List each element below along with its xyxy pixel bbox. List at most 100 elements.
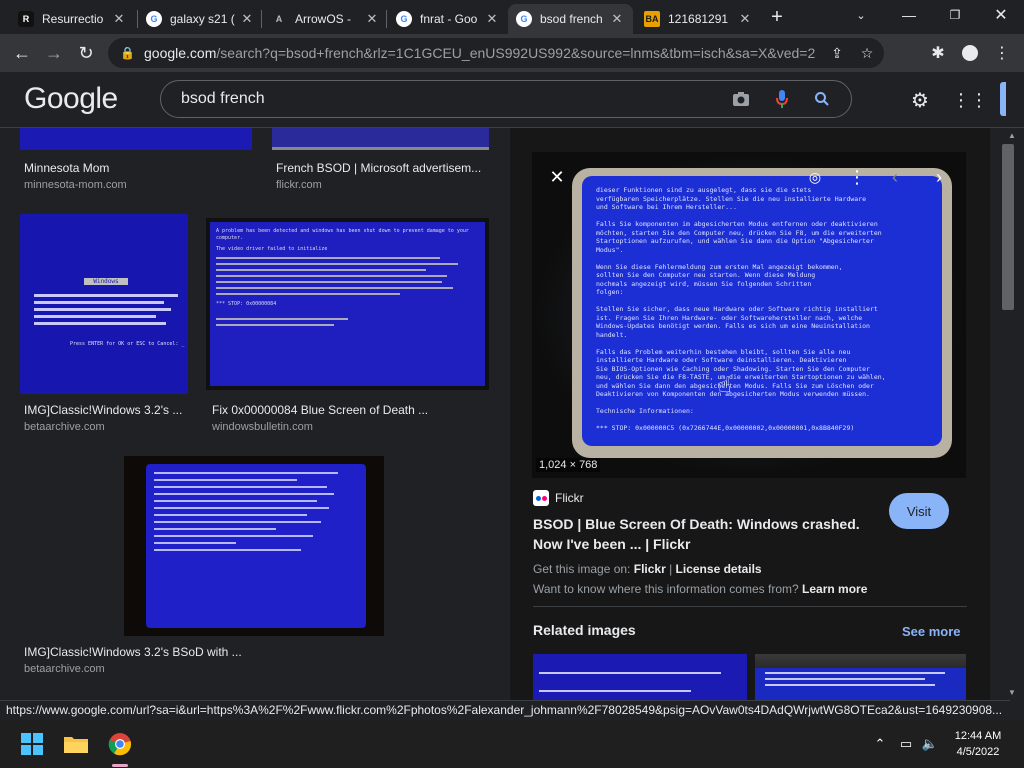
search-box[interactable]: bsod french (160, 80, 852, 118)
where-info-line: Want to know where this information come… (533, 582, 867, 596)
tab-arrowos[interactable]: A ArrowOS - ✕ (263, 4, 388, 34)
scroll-up-icon[interactable]: ▲ (1008, 131, 1016, 140)
forward-arrow-icon[interactable]: → (40, 39, 68, 67)
taskbar-clock[interactable]: 12:44 AM 4/5/2022 (948, 728, 1008, 760)
preview-source[interactable]: Flickr (533, 490, 584, 506)
google-favicon-icon: G (516, 11, 532, 27)
tab-betaarchive[interactable]: BA 121681291 ✕ (636, 4, 761, 34)
profile-avatar-icon[interactable] (956, 39, 984, 67)
license-details-link[interactable]: License details (676, 562, 762, 576)
settings-gear-icon[interactable]: ⚙ (906, 86, 934, 114)
image-results: Minnesota Mom minnesota-mom.com French B… (0, 128, 1024, 700)
result-caption[interactable]: IMG]Classic!Windows 3.2's ... (24, 403, 188, 417)
active-app-indicator (112, 764, 128, 767)
close-tab-icon[interactable]: ✕ (239, 11, 255, 27)
windows-start-icon[interactable] (16, 728, 48, 760)
result-thumbnail-windows32[interactable]: Windows Press ENTER for OK or ESC to Can… (20, 214, 188, 394)
close-tab-icon[interactable]: ✕ (111, 11, 127, 27)
tab-title: fnrat - Goo (420, 12, 478, 26)
google-logo[interactable]: Google (24, 82, 118, 116)
previous-image-icon[interactable]: ‹ (880, 162, 910, 192)
file-explorer-icon[interactable] (60, 728, 92, 760)
visit-button[interactable]: Visit (889, 493, 949, 529)
search-query[interactable]: bsod french (181, 90, 265, 108)
get-image-line: Get this image on: Flickr | License deta… (533, 562, 762, 576)
minimize-button[interactable]: — (886, 0, 932, 30)
result-source[interactable]: betaarchive.com (24, 421, 105, 433)
preview-image[interactable]: dieser Funktionen sind zu ausgelegt, das… (532, 152, 966, 478)
chrome-menu-icon[interactable]: ⋮ (988, 39, 1016, 67)
result-source[interactable]: windowsbulletin.com (212, 421, 313, 433)
volume-icon[interactable]: 🔈 (920, 734, 940, 754)
url-path: /search?q=bsod+french&rlz=1C1GCEU_enUS99… (216, 45, 817, 61)
image-dimensions: 1,024 × 768 (536, 458, 601, 472)
microphone-icon[interactable] (767, 81, 797, 117)
clock-time: 12:44 AM (954, 730, 1002, 742)
sign-in-button[interactable] (1000, 82, 1006, 116)
result-thumbnail-french-bsod[interactable] (272, 128, 489, 150)
close-tab-icon[interactable]: ✕ (737, 11, 753, 27)
lens-search-icon[interactable]: ◎ (800, 162, 830, 192)
tab-galaxy[interactable]: G galaxy s21 ( ✕ (138, 4, 263, 34)
result-caption[interactable]: French BSOD | Microsoft advertisem... (276, 161, 490, 175)
learn-more-link[interactable]: Learn more (802, 582, 867, 596)
result-caption[interactable]: Minnesota Mom (24, 161, 254, 175)
network-icon[interactable]: ▭ (896, 734, 916, 754)
next-image-icon[interactable]: › (924, 162, 954, 192)
browser-toolbar: ← → ↻ 🔒 google.com /search?q=bsod+french… (0, 34, 1024, 72)
link-status-bar: https://www.google.com/url?sa=i&url=http… (0, 700, 1010, 720)
see-more-link[interactable]: See more (902, 624, 961, 639)
get-image-prefix: Get this image on: (533, 562, 631, 576)
tab-title: bsod french (540, 12, 603, 26)
share-icon[interactable]: ⇪ (824, 38, 850, 68)
close-tab-icon[interactable]: ✕ (609, 11, 625, 27)
bookmark-star-icon[interactable]: ☆ (854, 38, 880, 68)
result-thumbnail-minnesota[interactable] (20, 128, 252, 150)
address-bar[interactable]: 🔒 google.com /search?q=bsod+french&rlz=1… (108, 38, 884, 68)
extensions-puzzle-icon[interactable]: ✱ (924, 39, 952, 67)
scrollbar-thumb[interactable] (1002, 144, 1014, 310)
tab-search-chevron-icon[interactable]: ⌄ (838, 0, 884, 30)
result-source[interactable]: betaarchive.com (24, 663, 105, 675)
scroll-down-icon[interactable]: ▼ (1008, 688, 1016, 697)
result-thumbnail-0x84[interactable]: A problem has been detected and windows … (206, 218, 489, 390)
chrome-taskbar-icon[interactable] (104, 728, 136, 760)
apps-grid-icon[interactable]: ⋮⋮ (952, 86, 988, 114)
preview-title[interactable]: BSOD | Blue Screen Of Death: Windows cra… (533, 514, 873, 554)
result-source[interactable]: minnesota-mom.com (24, 179, 127, 191)
betaarchive-favicon-icon: BA (644, 11, 660, 27)
close-tab-icon[interactable]: ✕ (364, 11, 380, 27)
get-image-flickr-link[interactable]: Flickr (634, 562, 666, 576)
tray-chevron-up-icon[interactable]: ⌃ (870, 734, 890, 754)
thumb-line: *** STOP: 0x00000084 (216, 301, 277, 307)
hand-cursor-icon: ☝ (718, 372, 732, 397)
thumb-line: A problem has been detected and windows … (216, 228, 469, 241)
tab-fnrat[interactable]: G fnrat - Goo ✕ (388, 4, 508, 34)
search-icon[interactable] (807, 81, 837, 117)
related-image-thumbnail[interactable] (533, 654, 747, 700)
close-tab-icon[interactable]: ✕ (484, 11, 500, 27)
close-window-button[interactable]: ✕ (978, 0, 1024, 30)
reload-icon[interactable]: ↻ (72, 39, 100, 67)
thumb-prompt: Press ENTER for OK or ESC to Cancel: _ (70, 341, 185, 347)
related-image-thumbnail[interactable] (755, 654, 966, 700)
camera-search-icon[interactable] (726, 81, 756, 117)
new-tab-button[interactable]: + (765, 6, 789, 30)
close-preview-icon[interactable]: ✕ (542, 162, 572, 192)
result-source[interactable]: flickr.com (276, 179, 322, 191)
preview-source-name: Flickr (555, 491, 584, 505)
google-favicon-icon: G (146, 11, 162, 27)
back-arrow-icon[interactable]: ← (8, 39, 36, 67)
restore-button[interactable]: ❐ (932, 0, 978, 30)
result-thumbnail-windows32-bsod[interactable] (124, 456, 384, 636)
tab-title: Resurrectio (42, 12, 104, 26)
result-caption[interactable]: IMG]Classic!Windows 3.2's BSoD with ... (24, 645, 324, 659)
result-caption[interactable]: Fix 0x00000084 Blue Screen of Death ... (212, 403, 490, 417)
tab-resurrection[interactable]: R Resurrectio ✕ (10, 4, 135, 34)
more-options-icon[interactable]: ⋮ (842, 162, 872, 192)
tab-title: 121681291 (668, 12, 729, 26)
tab-bsod-french[interactable]: G bsod french ✕ (508, 4, 633, 34)
divider (533, 606, 967, 607)
flickr-logo-icon (533, 490, 549, 506)
thumb-line: The video driver failed to initialize (216, 246, 328, 252)
